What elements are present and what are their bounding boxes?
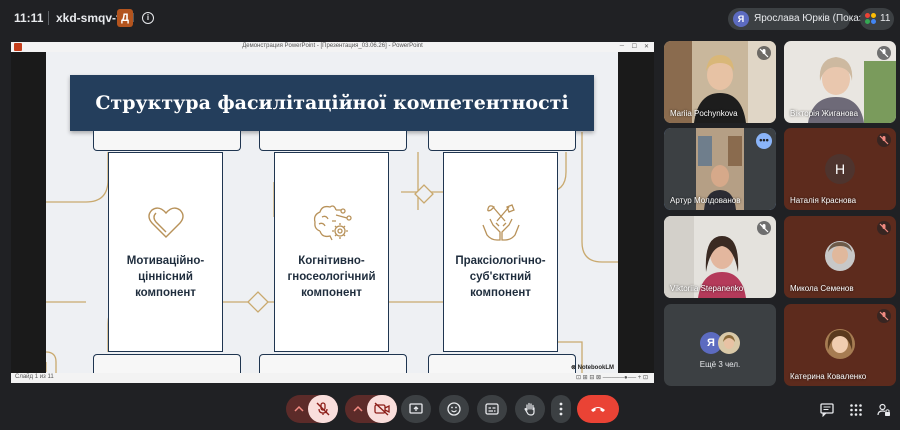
participant-name: Mariia Pochynkova: [670, 109, 738, 118]
pillar-base: [93, 354, 241, 373]
participants-button[interactable]: 11: [860, 8, 894, 30]
card-label: Мотиваційно- ціннісний компонент: [113, 253, 218, 301]
emoji-button[interactable]: [439, 395, 469, 423]
clock: 11:11: [14, 11, 44, 25]
avatar: [718, 332, 740, 354]
slide-counter: Слайд 1 из 11: [15, 374, 54, 380]
component-card-motivational: Мотиваційно- ціннісний компонент: [108, 152, 223, 352]
camera-off-icon: [374, 402, 390, 416]
mic-off-icon: [877, 309, 891, 323]
present-button[interactable]: [401, 395, 431, 423]
heart-icon: [148, 207, 184, 238]
avatar: Я: [733, 11, 749, 27]
slide-title-banner: Структура фасилітаційної компетентності: [70, 75, 594, 131]
pillar-cap: [93, 131, 241, 151]
pillar-base: [259, 354, 407, 373]
participant-tile[interactable]: Mariia Pochynkova: [664, 41, 776, 123]
window-titlebar: Демонстрация PowerPoint - [Презентация_0…: [11, 42, 654, 52]
captions-icon: [485, 403, 499, 415]
window-title: Демонстрация PowerPoint - [Презентация_0…: [242, 43, 423, 49]
pillar-cap: [259, 131, 407, 151]
apps-icon[interactable]: [849, 403, 863, 417]
presenter-chip[interactable]: Я Ярослава Юрків (Показ): [728, 8, 867, 30]
more-participants-tile[interactable]: Я Ещё 3 чел.: [664, 304, 776, 386]
label-line: Мотиваційно-: [126, 255, 205, 267]
label-line: Когнітивно-: [298, 255, 365, 267]
host-lock-icon[interactable]: [877, 403, 891, 417]
mic-off-icon: [877, 221, 891, 235]
participant-tile[interactable]: Viktoriia Stepanenko: [664, 216, 776, 298]
participant-name: Микола Семенов: [790, 284, 854, 293]
meet-app: 11:11 xkd-smqv-fyd Д i Я Ярослава Юрків …: [0, 0, 900, 430]
chat-icon[interactable]: [820, 403, 834, 417]
card-label: Праксіологічно- суб'єктний компонент: [448, 253, 553, 301]
participant-tile[interactable]: Катерина Коваленко: [784, 304, 896, 386]
participants-count: 11: [880, 13, 891, 24]
call-controls: [0, 392, 900, 430]
chevron-up-icon[interactable]: [294, 405, 304, 413]
avatar: Н: [825, 154, 855, 184]
maximize-icon[interactable]: ☐: [632, 43, 637, 50]
slide-title: Структура фасилітаційної компетентності: [95, 92, 569, 114]
camera-toggle-button[interactable]: [367, 395, 397, 423]
pillar-base: [428, 354, 576, 373]
participant-tile-active[interactable]: ••• Артур Молдованов: [664, 128, 776, 210]
label-line: ціннісний: [138, 271, 193, 283]
avatar-stack: Я: [700, 332, 744, 354]
participant-name: Viktoriia Stepanenko: [670, 284, 744, 293]
more-vert-icon: [559, 402, 563, 416]
presenter-name: Ярослава Юрків (Показ): [754, 13, 867, 24]
chevron-up-icon[interactable]: [353, 405, 363, 413]
mic-toggle-button[interactable]: [308, 395, 338, 423]
close-icon[interactable]: ✕: [644, 43, 649, 50]
participant-name: Катерина Коваленко: [790, 372, 867, 381]
notebooklm-watermark: ⊗ NotebookLM: [570, 365, 614, 371]
brain-gears-icon: [313, 205, 352, 241]
minimize-icon[interactable]: ─: [620, 43, 624, 49]
powerpoint-status-bar: Слайд 1 из 11 ⊡ ⊞ ⊟ ⊠ ─────●── + ⊡: [11, 373, 654, 383]
view-controls[interactable]: ⊡ ⊞ ⊟ ⊠ ─────●── + ⊡: [576, 374, 648, 381]
slide-area: Структура фасилітаційної компетентності: [11, 52, 654, 373]
participant-name: Наталія Краснова: [790, 196, 857, 205]
label-line: компонент: [470, 287, 531, 299]
raise-hand-icon: [524, 402, 535, 416]
label-line: компонент: [135, 287, 196, 299]
card-label: Когнітивно- гносеологічний компонент: [279, 253, 384, 301]
label-line: гносеологічний: [287, 271, 376, 283]
end-call-button[interactable]: [577, 395, 619, 423]
participant-tile[interactable]: Вікторія Жиганова: [784, 41, 896, 123]
label-line: суб'єктний: [469, 271, 532, 283]
hands-tools-icon: [482, 204, 520, 241]
captions-button[interactable]: [477, 395, 507, 423]
pillar-cap: [428, 131, 576, 151]
end-call-icon: [591, 407, 605, 412]
divider: [48, 11, 49, 25]
present-icon: [409, 403, 423, 414]
component-card-praxiological: Праксіологічно- суб'єктний компонент: [443, 152, 558, 352]
participant-name: Артур Молдованов: [670, 196, 741, 205]
mic-off-icon: [877, 46, 891, 60]
label-line: компонент: [301, 287, 362, 299]
mic-off-icon: [316, 402, 330, 416]
component-card-cognitive: Когнітивно- гносеологічний компонент: [274, 152, 389, 352]
label-line: Праксіологічно-: [455, 255, 546, 267]
participant-tile[interactable]: Н Наталія Краснова: [784, 128, 896, 210]
more-options-button[interactable]: [551, 395, 571, 423]
badge[interactable]: Д: [117, 9, 133, 27]
emoji-icon: [447, 402, 461, 416]
shared-screen: Демонстрация PowerPoint - [Презентация_0…: [11, 42, 654, 383]
info-icon[interactable]: i: [142, 12, 154, 24]
mic-off-icon: [757, 221, 771, 235]
mic-off-icon: [877, 133, 891, 147]
participant-name: Вікторія Жиганова: [790, 109, 859, 118]
top-bar: 11:11 xkd-smqv-fyd Д i Я Ярослава Юрків …: [0, 0, 900, 36]
mic-off-icon: [757, 46, 771, 60]
participant-tile[interactable]: Микола Семенов: [784, 216, 896, 298]
more-participants-label: Ещё 3 чел.: [699, 360, 741, 369]
more-options-icon[interactable]: •••: [756, 133, 772, 149]
slide: Структура фасилітаційної компетентності: [46, 52, 618, 373]
people-icon: [865, 13, 877, 25]
raise-hand-button[interactable]: [515, 395, 545, 423]
